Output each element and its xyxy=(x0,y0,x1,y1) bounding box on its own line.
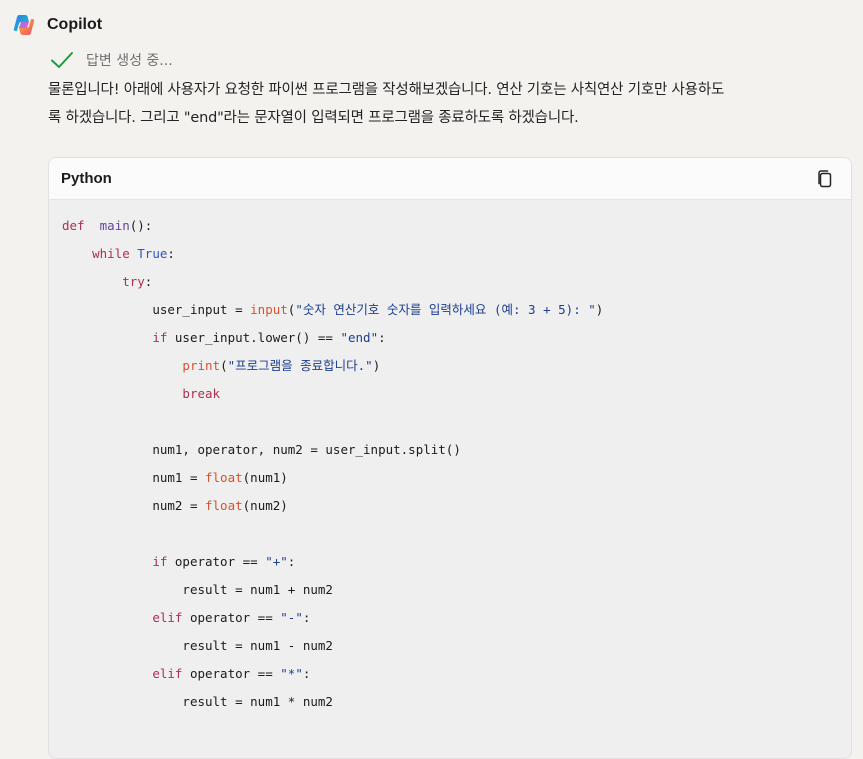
app-name: Copilot xyxy=(47,16,103,33)
code-token: : xyxy=(302,610,311,625)
code-token: operator == xyxy=(167,554,266,569)
code-token: "end" xyxy=(340,330,379,345)
assistant-message: 물론입니다! 아래에 사용자가 요청한 파이썬 프로그램을 작성해보겠습니다. … xyxy=(48,76,858,132)
code-token: float xyxy=(205,498,243,513)
code-token: operator == xyxy=(182,666,281,681)
code-token: result = num1 + num2 xyxy=(182,582,333,597)
code-token: result = num1 * num2 xyxy=(182,694,333,709)
chat-header: Copilot xyxy=(12,12,102,38)
code-line: if operator == "+": xyxy=(62,548,851,576)
code-token: input xyxy=(250,302,288,317)
code-token: print xyxy=(182,358,221,373)
code-token: float xyxy=(205,470,243,485)
code-token: ) xyxy=(595,302,604,317)
code-token: elif xyxy=(152,666,183,681)
code-line: num1, operator, num2 = user_input.split(… xyxy=(62,436,851,464)
code-line: try: xyxy=(62,268,851,296)
check-icon xyxy=(51,52,73,68)
code-token: : xyxy=(287,554,296,569)
code-token: "숫자 연산기호 숫자를 입력하세요 (예: 3 + 5): " xyxy=(295,302,596,317)
code-line: elif operator == "*": xyxy=(62,660,851,688)
code-token: (num2) xyxy=(242,498,288,513)
message-line: 물론입니다! 아래에 사용자가 요청한 파이썬 프로그램을 작성해보겠습니다. … xyxy=(48,82,725,98)
code-token: ) xyxy=(372,358,381,373)
generation-status: 답변 생성 중... xyxy=(50,50,173,70)
code-token: "-" xyxy=(280,610,303,625)
code-token: (): xyxy=(129,218,153,233)
code-token: : xyxy=(144,274,153,289)
code-token: elif xyxy=(152,610,183,625)
code-line: elif operator == "-": xyxy=(62,604,851,632)
code-token: : xyxy=(167,246,175,261)
code-token: break xyxy=(182,386,221,401)
code-line: num1 = float(num1) xyxy=(62,464,851,492)
code-token: user_input = xyxy=(152,302,251,317)
code-token: "프로그램을 종료합니다." xyxy=(227,358,373,373)
code-block: Python def main(): while True: try: user… xyxy=(48,157,852,759)
code-language-label: Python xyxy=(61,170,112,187)
copy-code-button[interactable] xyxy=(813,167,837,191)
code-line: num2 = float(num2) xyxy=(62,492,851,520)
message-line: 록 하겠습니다. 그리고 "end"라는 문자열이 입력되면 프로그램을 종료하… xyxy=(48,110,579,126)
code-line: if user_input.lower() == "end": xyxy=(62,324,851,352)
code-line: result = num1 * num2 xyxy=(62,688,851,716)
code-line: print("프로그램을 종료합니다.") xyxy=(62,352,851,380)
code-token: while xyxy=(92,246,130,261)
code-token: result = num1 - num2 xyxy=(182,638,333,653)
code-line: user_input = input("숫자 연산기호 숫자를 입력하세요 (예… xyxy=(62,296,851,324)
code-token: operator == xyxy=(182,610,281,625)
code-token: num2 = xyxy=(152,498,205,513)
code-block-header: Python xyxy=(49,158,851,200)
code-token: "+" xyxy=(265,554,288,569)
code-line: result = num1 + num2 xyxy=(62,576,851,604)
code-token: True xyxy=(137,246,168,261)
code-content: def main(): while True: try: user_input … xyxy=(49,200,851,716)
status-text: 답변 생성 중... xyxy=(86,53,173,69)
copy-icon xyxy=(818,169,832,187)
code-line: while True: xyxy=(62,240,851,268)
code-token: (num1) xyxy=(242,470,288,485)
code-token: : xyxy=(378,330,386,345)
code-token: def xyxy=(62,218,85,233)
code-token: main xyxy=(99,218,130,233)
code-token: if xyxy=(152,554,168,569)
code-token: try xyxy=(122,274,145,289)
code-token: num1, operator, num2 = user_input.split(… xyxy=(152,442,461,457)
code-token: num1 = xyxy=(152,470,205,485)
code-line: def main(): xyxy=(62,212,851,240)
code-token: : xyxy=(302,666,311,681)
code-line: result = num1 - num2 xyxy=(62,632,851,660)
code-line: break xyxy=(62,380,851,408)
code-token: if xyxy=(152,330,168,345)
code-token: user_input.lower() == xyxy=(167,330,341,345)
code-token: "*" xyxy=(280,666,303,681)
code-token: ( xyxy=(220,358,228,373)
copilot-logo-icon xyxy=(13,15,35,35)
